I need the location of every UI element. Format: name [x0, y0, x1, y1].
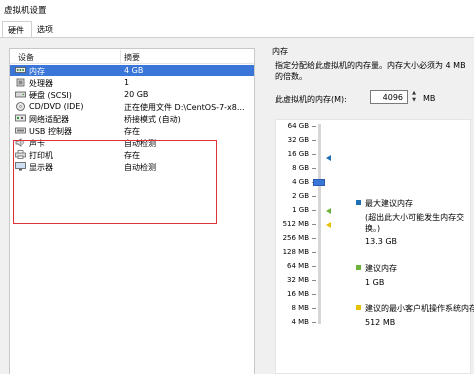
- scale-tick-label: 4 GB: [292, 178, 309, 186]
- column-separator[interactable]: [120, 50, 121, 63]
- scale-tick-mark: [312, 224, 316, 225]
- scale-tick-label: 16 GB: [287, 150, 309, 158]
- legend-max-value-text: 13.3 GB: [365, 237, 398, 246]
- memory-unit: MB: [423, 94, 436, 103]
- memory-scale: 64 GB 32 GB 16 GB 8 GB 4 GB 2 GB 1 GB 512 MB 256…: [275, 119, 474, 374]
- legend-max-label: 最大建议内存: [365, 199, 413, 208]
- memory-input[interactable]: 4096: [370, 90, 408, 104]
- scale-tick-mark: [312, 266, 316, 267]
- scale-tick-label: 32 GB: [287, 136, 309, 144]
- cpu-icon: [16, 78, 25, 87]
- section-title: 内存: [272, 47, 288, 56]
- device-row-hard-disk[interactable]: 硬盘 (SCSI) 20 GB: [10, 89, 254, 100]
- scale-tick-label: 1 GB: [292, 206, 309, 214]
- memory-description: 指定分配给此虚拟机的内存量。内存大小必须为 4 MB 的倍数。: [275, 61, 466, 81]
- device-summary: 存在: [124, 127, 140, 136]
- legend-recommended-swatch: [356, 265, 361, 270]
- memory-input-value: 4096: [382, 93, 403, 102]
- usb-icon: [15, 127, 26, 134]
- scale-tick-mark: [312, 238, 316, 239]
- scale-tick-mark: [312, 210, 316, 211]
- scale-tick-mark: [312, 252, 316, 253]
- spinner-down-icon[interactable]: ▼: [410, 97, 418, 104]
- device-name: CD/DVD (IDE): [29, 102, 84, 111]
- scale-tick-label: 16 MB: [287, 290, 309, 298]
- scale-tick-label: 2 GB: [292, 192, 309, 200]
- network-adapter-icon: [15, 114, 26, 122]
- scale-tick-label: 4 MB: [291, 318, 309, 326]
- device-row-memory[interactable]: 内存 4 GB: [10, 65, 254, 76]
- device-row-network-adapter[interactable]: 网络适配器 桥接模式 (自动): [10, 113, 254, 124]
- recommended-marker: [326, 208, 331, 214]
- cd-dvd-icon: [16, 102, 25, 111]
- scale-tick-mark: [312, 126, 316, 127]
- scale-tick-label: 256 MB: [282, 234, 309, 242]
- scale-tick-label: 32 MB: [287, 276, 309, 284]
- device-row-usb-controller[interactable]: USB 控制器 存在: [10, 125, 254, 136]
- device-summary: 4 GB: [124, 66, 144, 75]
- spinner-up-icon[interactable]: ▲: [410, 90, 418, 97]
- device-name: 硬盘 (SCSI): [29, 91, 72, 100]
- scale-tick-mark: [312, 294, 316, 295]
- memory-settings-panel: 内存 指定分配给此虚拟机的内存量。内存大小必须为 4 MB 的倍数。 此虚拟机的…: [263, 38, 474, 374]
- scale-tick-label: 64 GB: [287, 122, 309, 130]
- scale-tick-mark: [312, 168, 316, 169]
- scale-tick-label: 64 MB: [287, 262, 309, 270]
- window-title: 虚拟机设置: [4, 6, 47, 16]
- device-name: USB 控制器: [29, 127, 72, 136]
- scale-tick-label: 8 MB: [291, 304, 309, 312]
- scale-tick-mark: [312, 140, 316, 141]
- guest-min-marker: [326, 222, 331, 228]
- memory-spinner[interactable]: ▲ ▼: [410, 90, 418, 104]
- scale-tick-mark: [312, 196, 316, 197]
- max-recommended-marker: [326, 155, 331, 162]
- legend-guest-min-swatch: [356, 305, 361, 310]
- device-name: 网络适配器: [29, 115, 69, 124]
- legend-guest-min-label: 建议的最小客户机操作系统内存: [365, 304, 474, 313]
- legend-guest-min-value-text: 512 MB: [365, 318, 396, 327]
- tab-hardware[interactable]: 硬件: [2, 21, 32, 38]
- device-row-processor[interactable]: 处理器 1: [10, 77, 254, 88]
- device-name: 处理器: [29, 79, 53, 88]
- tab-strip: 硬件 选项: [0, 21, 474, 38]
- tab-options[interactable]: 选项: [32, 21, 58, 38]
- memory-icon: [15, 67, 26, 73]
- column-header-summary[interactable]: 摘要: [124, 52, 140, 63]
- scale-tick-label: 8 GB: [292, 164, 309, 172]
- device-row-cd-dvd[interactable]: CD/DVD (IDE) 正在使用文件 D:\CentOS-7-x8...: [10, 101, 254, 112]
- highlight-annotation-box: [13, 140, 217, 224]
- hard-disk-icon: [15, 91, 26, 98]
- memory-field-label: 此虚拟机的内存(M):: [275, 95, 347, 104]
- device-summary: 桥接模式 (自动): [124, 115, 181, 124]
- scale-tick-mark: [312, 154, 316, 155]
- legend-recommended-label: 建议内存: [365, 264, 397, 273]
- legend-max-swatch: [356, 200, 361, 205]
- legend-recommended-value-text: 1 GB: [365, 278, 385, 287]
- scale-tick-mark: [312, 322, 316, 323]
- scale-tick-mark: [312, 308, 316, 309]
- column-header-device[interactable]: 设备: [18, 52, 34, 63]
- legend-max-note-text: (超出此大小可能发生内存交换。): [365, 213, 465, 233]
- device-summary: 正在使用文件 D:\CentOS-7-x8...: [124, 103, 245, 112]
- title-bar: 虚拟机设置: [0, 0, 474, 19]
- memory-slider-track[interactable]: [318, 124, 321, 324]
- memory-slider-thumb[interactable]: [313, 179, 325, 186]
- device-summary: 1: [124, 78, 130, 87]
- device-name: 内存: [29, 67, 45, 76]
- device-list-header: 设备 摘要: [10, 49, 254, 64]
- scale-tick-label: 128 MB: [282, 248, 309, 256]
- scale-tick-label: 512 MB: [282, 220, 309, 228]
- device-summary: 20 GB: [124, 90, 149, 99]
- scale-tick-mark: [312, 280, 316, 281]
